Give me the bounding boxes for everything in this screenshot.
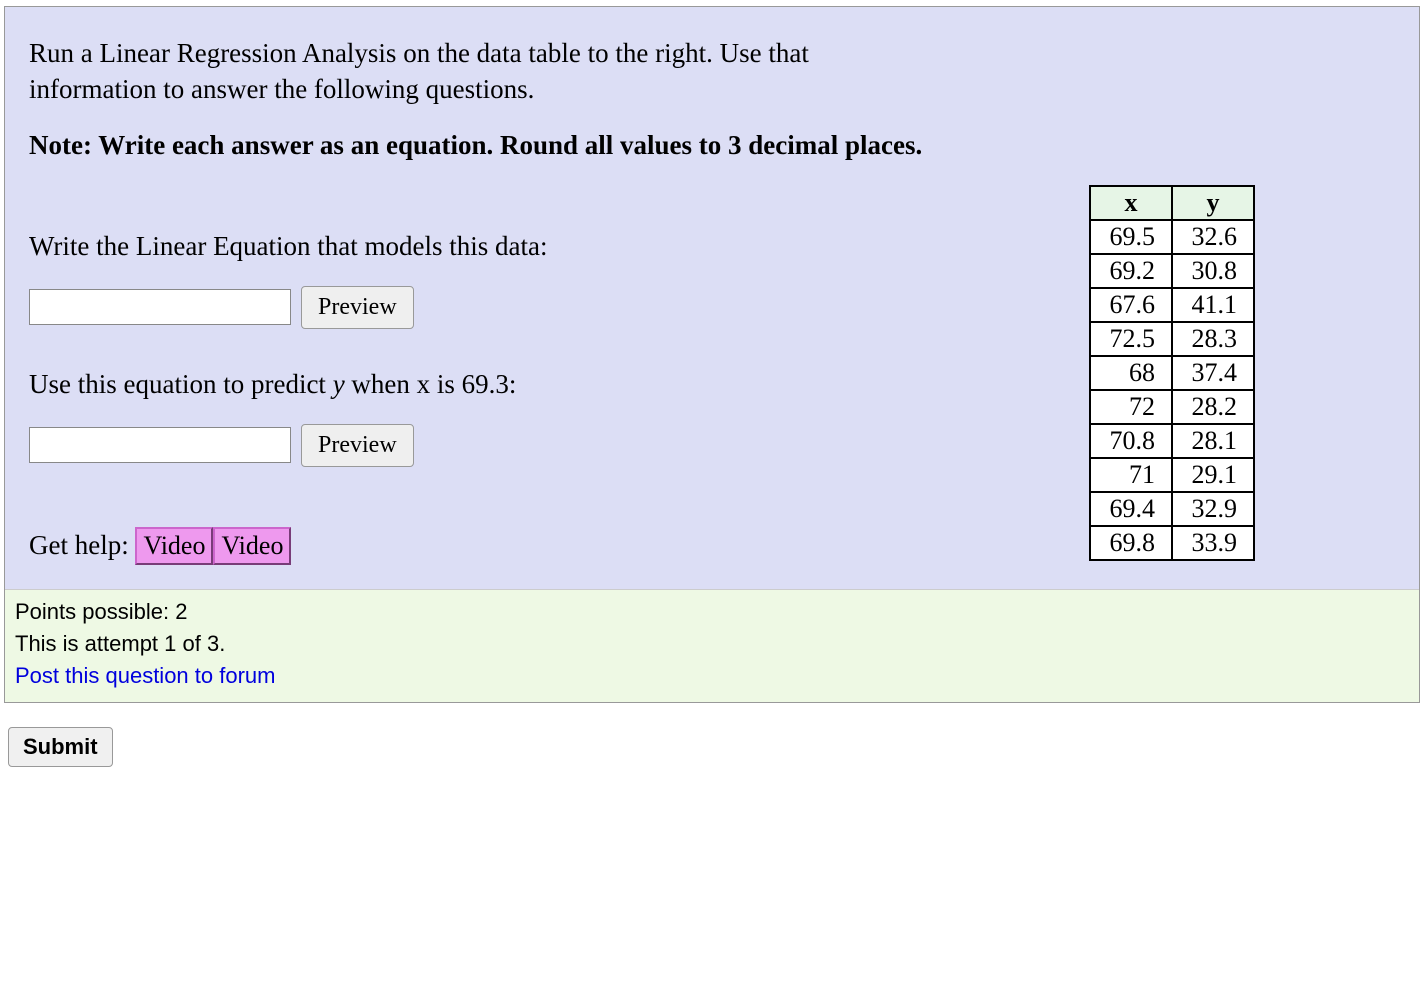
table-cell-y: 30.8 [1172,254,1254,288]
table-cell-y: 32.6 [1172,220,1254,254]
table-header-row: x y [1090,186,1254,220]
table-row: 69.230.8 [1090,254,1254,288]
content-row: Write the Linear Equation that models th… [29,185,1395,565]
table-cell-x: 67.6 [1090,288,1172,322]
table-cell-y: 28.2 [1172,390,1254,424]
table-row: 70.828.1 [1090,424,1254,458]
table-cell-x: 68 [1090,356,1172,390]
answer-row-1: Preview [29,286,1049,329]
points-possible: Points possible: 2 [15,596,1409,628]
table-header-y: y [1172,186,1254,220]
submit-area: Submit [0,703,1424,767]
table-cell-x: 69.2 [1090,254,1172,288]
footer-bar: Points possible: 2 This is attempt 1 of … [5,589,1419,702]
help-label: Get help: [29,530,129,560]
table-cell-y: 28.1 [1172,424,1254,458]
table-row: 7228.2 [1090,390,1254,424]
preview-button-1[interactable]: Preview [301,286,414,329]
table-cell-y: 32.9 [1172,492,1254,526]
table-row: 69.532.6 [1090,220,1254,254]
table-row: 69.833.9 [1090,526,1254,560]
table-cell-x: 72 [1090,390,1172,424]
note-text: Note: Write each answer as an equation. … [29,130,1395,161]
table-cell-x: 69.4 [1090,492,1172,526]
table-cell-x: 69.8 [1090,526,1172,560]
submit-button[interactable]: Submit [8,727,113,767]
table-cell-y: 37.4 [1172,356,1254,390]
table-cell-x: 70.8 [1090,424,1172,458]
equation-input[interactable] [29,289,291,325]
table-cell-y: 28.3 [1172,322,1254,356]
table-cell-y: 41.1 [1172,288,1254,322]
question-container: Run a Linear Regression Analysis on the … [4,6,1420,703]
table-row: 6837.4 [1090,356,1254,390]
data-table: x y 69.532.6 69.230.8 67.641.1 72.528.3 … [1089,185,1255,561]
questions-column: Write the Linear Equation that models th… [29,185,1049,565]
post-to-forum-link[interactable]: Post this question to forum [15,660,1409,692]
prompt-predict-y: Use this equation to predict y when x is… [29,369,1049,400]
prompt2-prefix: Use this equation to predict [29,369,333,399]
prompt2-suffix: when x is 69.3: [345,369,517,399]
table-cell-x: 72.5 [1090,322,1172,356]
table-row: 67.641.1 [1090,288,1254,322]
table-cell-x: 71 [1090,458,1172,492]
table-cell-y: 29.1 [1172,458,1254,492]
prediction-input[interactable] [29,427,291,463]
prompt2-y-variable: y [333,369,345,399]
page-root: Run a Linear Regression Analysis on the … [0,6,1424,996]
table-header-x: x [1090,186,1172,220]
table-row: 7129.1 [1090,458,1254,492]
video-button-1[interactable]: Video [135,527,213,565]
intro-text: Run a Linear Regression Analysis on the … [29,35,909,108]
video-button-2[interactable]: Video [213,527,291,565]
question-body: Run a Linear Regression Analysis on the … [5,7,1419,589]
help-row: Get help: VideoVideo [29,527,1049,565]
table-row: 69.432.9 [1090,492,1254,526]
table-cell-x: 69.5 [1090,220,1172,254]
answer-row-2: Preview [29,424,1049,467]
table-row: 72.528.3 [1090,322,1254,356]
table-cell-y: 33.9 [1172,526,1254,560]
prompt-linear-equation: Write the Linear Equation that models th… [29,231,1049,262]
attempt-info: This is attempt 1 of 3. [15,628,1409,660]
preview-button-2[interactable]: Preview [301,424,414,467]
